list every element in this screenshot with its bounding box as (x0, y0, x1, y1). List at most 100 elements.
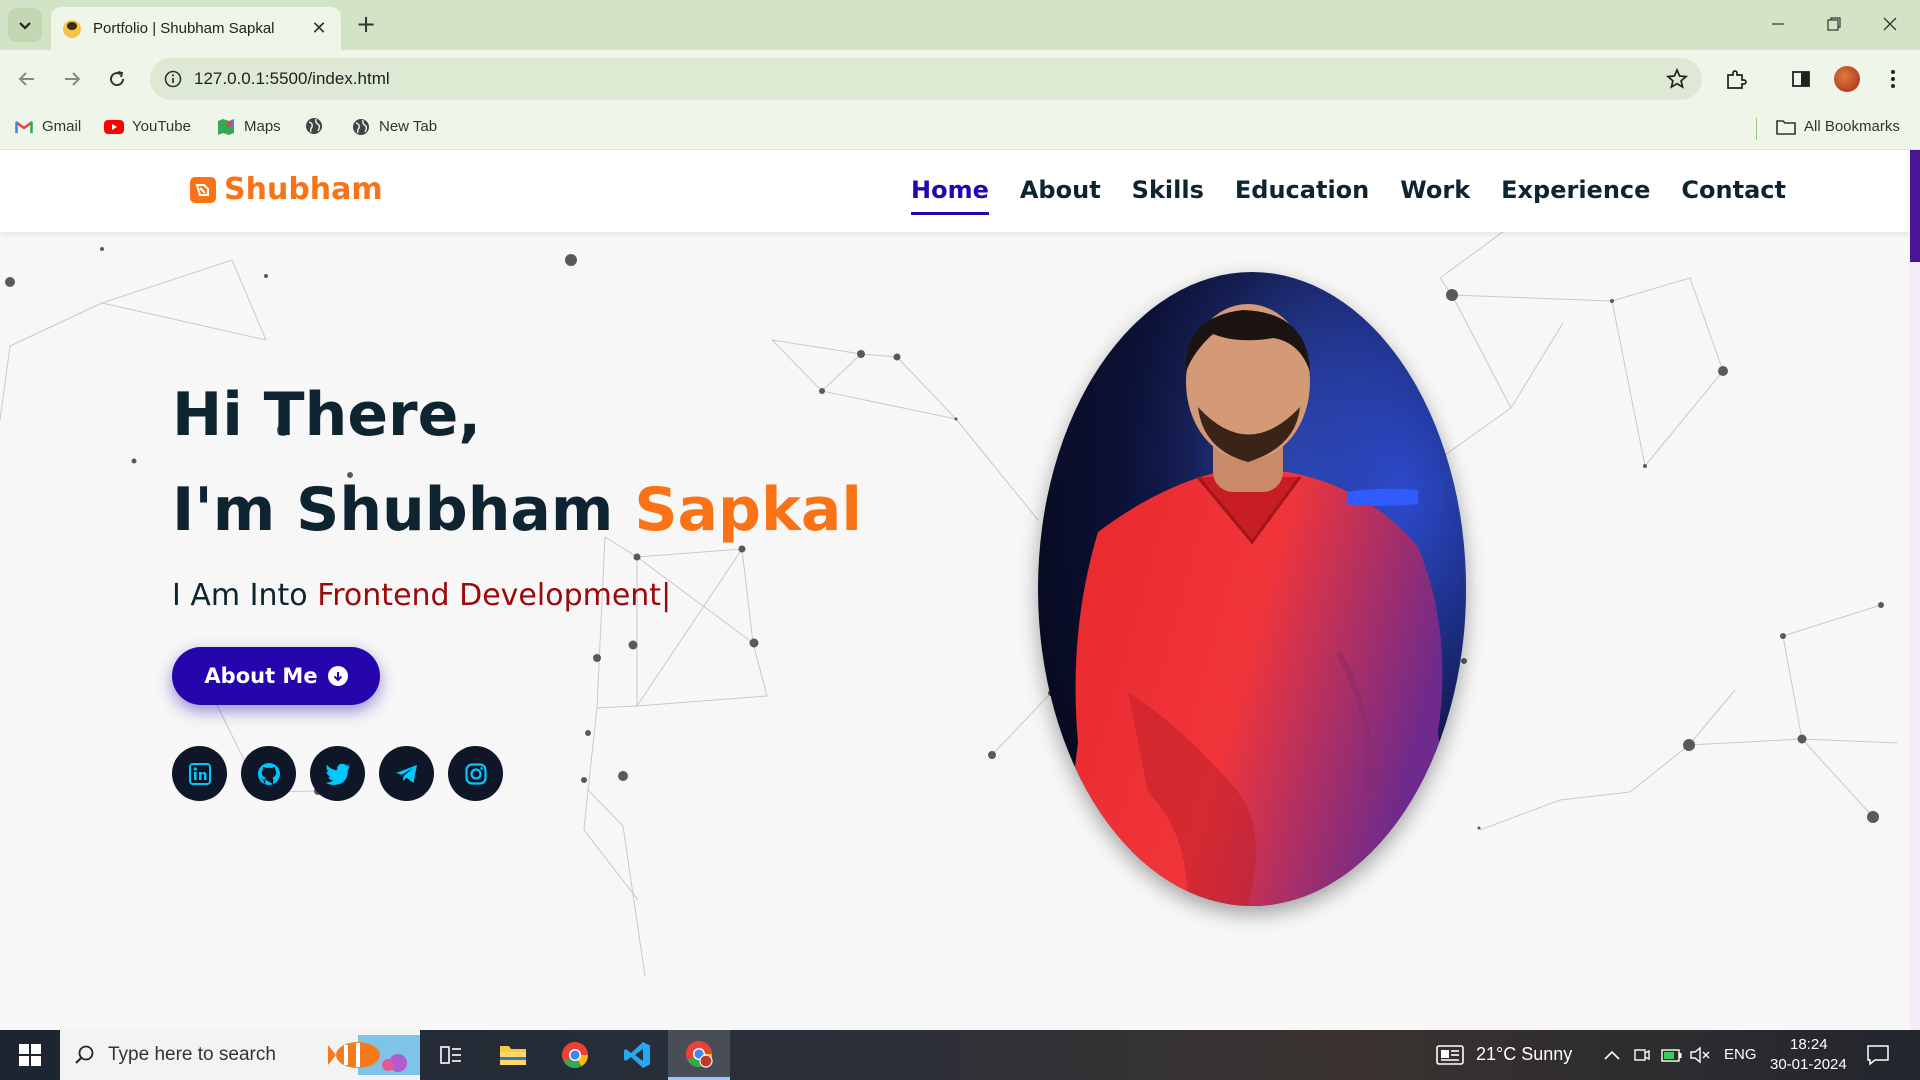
back-button[interactable] (10, 62, 44, 96)
address-bar[interactable]: 127.0.0.1:5500/index.html (150, 58, 1702, 100)
site-info-icon[interactable] (164, 70, 182, 88)
vscode-taskbar-button[interactable] (606, 1030, 668, 1080)
browser-tab-active[interactable]: Portfolio | Shubham Sapkal ✕ (51, 7, 341, 50)
globe-icon (351, 118, 371, 135)
site-header: Shubham Home About Skills Education Work… (0, 150, 1910, 232)
arrow-left-icon (18, 72, 34, 86)
clock-time[interactable]: 18:24 (1790, 1036, 1828, 1053)
all-bookmarks-button[interactable]: All Bookmarks (1776, 118, 1900, 135)
search-placeholder: Type here to search (108, 1044, 276, 1065)
nav-work[interactable]: Work (1400, 176, 1470, 215)
hero-tagline-prefix: I Am Into (172, 578, 318, 613)
new-tab-button[interactable]: + (352, 10, 380, 38)
profile-avatar[interactable] (1834, 66, 1860, 92)
forward-button[interactable] (55, 62, 89, 96)
bookmark-label: Maps (244, 118, 281, 135)
arrow-down-circle-icon (327, 666, 348, 686)
browser-toolbar: 127.0.0.1:5500/index.html (0, 50, 1920, 108)
meet-now-icon[interactable] (1633, 1046, 1651, 1064)
chevron-up-icon[interactable] (1604, 1050, 1620, 1060)
profile-photo-illustration (1038, 272, 1466, 906)
browser-tabstrip: Portfolio | Shubham Sapkal ✕ + (0, 0, 1920, 50)
bookmark-label: New Tab (379, 118, 438, 135)
telegram-link[interactable] (379, 746, 434, 801)
search-highlight-fish-icon (328, 1035, 420, 1075)
social-links (172, 746, 503, 801)
taskbar-search[interactable]: Type here to search (60, 1030, 420, 1080)
start-button[interactable] (0, 1030, 60, 1080)
nav-experience[interactable]: Experience (1501, 176, 1650, 215)
instagram-icon (464, 762, 487, 785)
youtube-icon (104, 119, 124, 135)
bookmark-label: YouTube (132, 118, 191, 135)
side-panel-button[interactable] (1788, 66, 1814, 92)
globe-icon (304, 118, 324, 134)
nav-contact[interactable]: Contact (1681, 176, 1786, 215)
close-tab-icon[interactable]: ✕ (309, 18, 329, 39)
reload-icon (110, 71, 125, 87)
bookmark-maps[interactable]: Maps (216, 118, 281, 135)
folder-icon (500, 1046, 526, 1065)
twitter-icon (325, 763, 350, 785)
tab-search-button[interactable] (8, 8, 42, 42)
bookmark-star-icon[interactable] (1666, 68, 1688, 90)
chrome-profile-taskbar-button[interactable] (668, 1030, 730, 1080)
extensions-button[interactable] (1723, 66, 1749, 92)
github-link[interactable] (241, 746, 296, 801)
chrome-icon (562, 1042, 589, 1069)
bookmark-youtube[interactable]: YouTube (104, 118, 191, 135)
scrollbar-thumb[interactable] (1910, 150, 1920, 262)
volume-muted-icon[interactable] (1690, 1046, 1710, 1064)
nav-about[interactable]: About (1020, 176, 1101, 215)
logo-icon (190, 176, 216, 203)
clock-date[interactable]: 30-01-2024 (1770, 1056, 1847, 1073)
file-explorer-button[interactable] (482, 1030, 544, 1080)
language-indicator[interactable]: ENG (1724, 1046, 1757, 1063)
instagram-link[interactable] (448, 746, 503, 801)
minimize-icon (1772, 23, 1784, 25)
github-icon (257, 762, 280, 785)
folder-icon (1776, 119, 1796, 135)
nav-education[interactable]: Education (1235, 176, 1369, 215)
minimize-button[interactable] (1758, 10, 1798, 38)
twitter-link[interactable] (310, 746, 365, 801)
notifications-icon[interactable] (1866, 1044, 1890, 1066)
hero-name-accent: Sapkal (634, 475, 862, 545)
hero-typed-text: Frontend Development| (317, 578, 672, 613)
bookmark-label: Gmail (42, 118, 82, 135)
about-me-button[interactable]: About Me (172, 647, 380, 705)
weather-news-icon[interactable] (1436, 1044, 1466, 1066)
linkedin-link[interactable] (172, 746, 227, 801)
portfolio-favicon-icon (63, 19, 81, 38)
arrow-right-icon (65, 72, 81, 86)
nav-skills[interactable]: Skills (1132, 176, 1204, 215)
chrome-profile-icon (686, 1040, 713, 1068)
task-view-button[interactable] (420, 1030, 482, 1080)
windows-taskbar: Type here to search 21°C Sunny ENG 18:24… (0, 1030, 1920, 1080)
weather-text[interactable]: 21°C Sunny (1476, 1044, 1572, 1065)
chrome-taskbar-button[interactable] (544, 1030, 606, 1080)
browser-menu-button[interactable] (1880, 66, 1906, 92)
nav-home[interactable]: Home (911, 176, 989, 215)
profile-photo (1038, 272, 1466, 906)
battery-icon[interactable] (1661, 1047, 1683, 1063)
url-text: 127.0.0.1:5500/index.html (194, 69, 390, 88)
bookmark-globe[interactable] (304, 118, 332, 134)
gmail-icon (14, 119, 34, 135)
logo-text: Shubham (224, 172, 383, 207)
main-nav: Home About Skills Education Work Experie… (911, 176, 1786, 215)
bookmark-new-tab[interactable]: New Tab (351, 118, 437, 135)
site-logo[interactable]: Shubham (190, 172, 383, 207)
bookmark-gmail[interactable]: Gmail (14, 118, 81, 135)
close-window-button[interactable] (1870, 10, 1910, 38)
about-me-label: About Me (204, 664, 318, 688)
close-icon (1883, 17, 1897, 31)
more-vertical-icon (1891, 70, 1895, 88)
chevron-down-icon (19, 22, 31, 30)
all-bookmarks-label: All Bookmarks (1804, 118, 1900, 135)
reload-button[interactable] (100, 62, 134, 96)
page-scrollbar[interactable] (1910, 150, 1920, 1030)
bookmarks-bar: Gmail YouTube Maps New Tab All Bookmarks (0, 108, 1920, 150)
restore-button[interactable] (1814, 10, 1854, 38)
telegram-icon (395, 764, 417, 783)
